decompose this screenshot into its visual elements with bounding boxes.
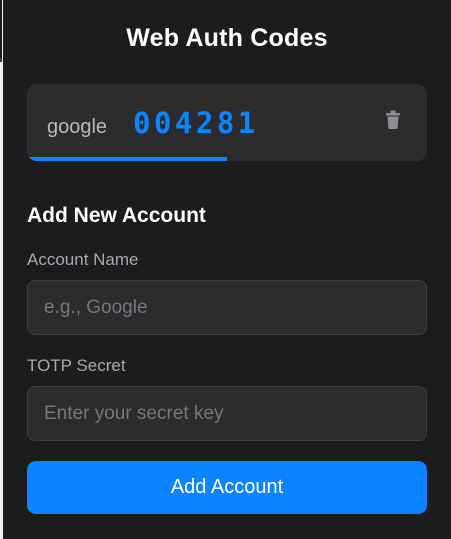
add-account-button[interactable]: Add Account — [27, 461, 427, 514]
account-code-card: google 004281 — [27, 84, 427, 161]
window-edge-tick — [0, 58, 2, 62]
add-account-heading: Add New Account — [27, 204, 206, 227]
totp-code[interactable]: 004281 — [133, 106, 259, 140]
trash-icon-glyph — [386, 110, 400, 129]
page-title: Web Auth Codes — [126, 24, 328, 52]
window-edge-shadow — [0, 0, 2, 62]
totp-secret-label: TOTP Secret — [27, 356, 126, 375]
totp-secret-input[interactable] — [27, 386, 427, 441]
countdown-progress-track — [27, 157, 427, 161]
account-name: google — [47, 116, 108, 138]
app-panel: Web Auth Codes google 004281 Add New Acc… — [3, 0, 451, 539]
account-name-input[interactable] — [27, 280, 427, 335]
countdown-progress-fill — [27, 157, 227, 161]
trash-icon[interactable] — [385, 110, 401, 130]
account-name-label: Account Name — [27, 250, 139, 269]
